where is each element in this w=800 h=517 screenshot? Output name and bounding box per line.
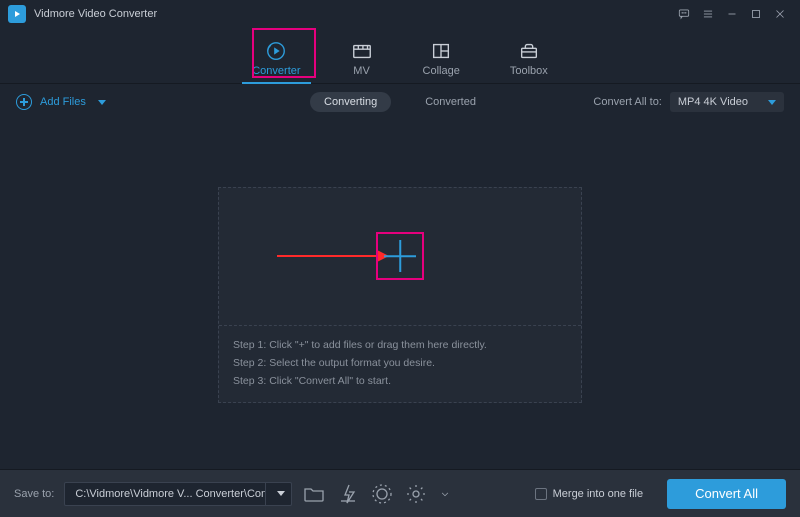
add-files-button[interactable]: Add Files xyxy=(16,94,106,110)
high-speed-button[interactable] xyxy=(370,482,394,506)
toolbar: Add Files Converting Converted Convert A… xyxy=(0,84,800,120)
dropzone-target[interactable] xyxy=(219,188,581,326)
app-title: Vidmore Video Converter xyxy=(34,8,157,20)
output-format-select[interactable]: MP4 4K Video xyxy=(670,92,784,112)
collage-icon xyxy=(430,41,452,61)
dropzone-instructions: Step 1: Click "+" to add files or drag t… xyxy=(219,326,581,402)
save-path-box: C:\Vidmore\Vidmore V... Converter\Conver… xyxy=(64,482,292,506)
tab-collage[interactable]: Collage xyxy=(423,41,460,83)
annotation-arrow xyxy=(277,255,387,257)
step-text: Step 1: Click "+" to add files or drag t… xyxy=(233,336,567,354)
chevron-down-icon xyxy=(98,100,106,105)
merge-label: Merge into one file xyxy=(553,488,644,500)
convert-all-to: Convert All to: MP4 4K Video xyxy=(593,92,784,112)
tab-label: Toolbox xyxy=(510,65,548,77)
dropzone[interactable]: Step 1: Click "+" to add files or drag t… xyxy=(218,187,582,403)
status-segment: Converting Converted xyxy=(310,92,490,112)
step-text: Step 3: Click "Convert All" to start. xyxy=(233,372,567,390)
open-folder-button[interactable] xyxy=(302,482,326,506)
main-area: Step 1: Click "+" to add files or drag t… xyxy=(0,120,800,469)
tab-label: MV xyxy=(353,65,370,77)
close-button[interactable] xyxy=(768,2,792,26)
app-window: Vidmore Video Converter Converter xyxy=(0,0,800,517)
tab-converter[interactable]: Converter xyxy=(252,41,300,83)
app-logo-icon xyxy=(8,5,26,23)
maximize-button[interactable] xyxy=(744,2,768,26)
title-bar: Vidmore Video Converter xyxy=(0,0,800,28)
convert-all-to-label: Convert All to: xyxy=(593,96,661,108)
toolbox-icon xyxy=(518,41,540,61)
segment-converting[interactable]: Converting xyxy=(310,92,391,112)
tab-toolbox[interactable]: Toolbox xyxy=(510,41,548,83)
tab-mv[interactable]: MV xyxy=(351,41,373,83)
settings-chevron[interactable] xyxy=(438,482,452,506)
output-format-value: MP4 4K Video xyxy=(678,96,748,108)
footer-bar: Save to: C:\Vidmore\Vidmore V... Convert… xyxy=(0,469,800,517)
main-nav: Converter MV Collage Toolbox xyxy=(0,28,800,84)
mv-icon xyxy=(351,41,373,61)
menu-icon[interactable] xyxy=(696,2,720,26)
step-text: Step 2: Select the output format you des… xyxy=(233,354,567,372)
feedback-icon[interactable] xyxy=(672,2,696,26)
save-path-value[interactable]: C:\Vidmore\Vidmore V... Converter\Conver… xyxy=(65,488,265,500)
save-path-dropdown[interactable] xyxy=(265,482,291,506)
add-files-plus-button[interactable] xyxy=(376,232,424,280)
add-files-label: Add Files xyxy=(40,96,86,108)
tab-label: Collage xyxy=(423,65,460,77)
checkbox-icon xyxy=(535,488,547,500)
convert-all-button[interactable]: Convert All xyxy=(667,479,786,509)
save-to-label: Save to: xyxy=(14,488,54,500)
tab-label: Converter xyxy=(252,65,300,77)
hardware-accel-button[interactable] xyxy=(336,482,360,506)
chevron-down-icon xyxy=(768,100,776,105)
settings-button[interactable] xyxy=(404,482,428,506)
segment-converted[interactable]: Converted xyxy=(411,92,490,112)
minimize-button[interactable] xyxy=(720,2,744,26)
chevron-down-icon xyxy=(277,491,285,496)
merge-checkbox[interactable]: Merge into one file xyxy=(535,488,644,500)
converter-icon xyxy=(265,41,287,61)
plus-circle-icon xyxy=(16,94,32,110)
